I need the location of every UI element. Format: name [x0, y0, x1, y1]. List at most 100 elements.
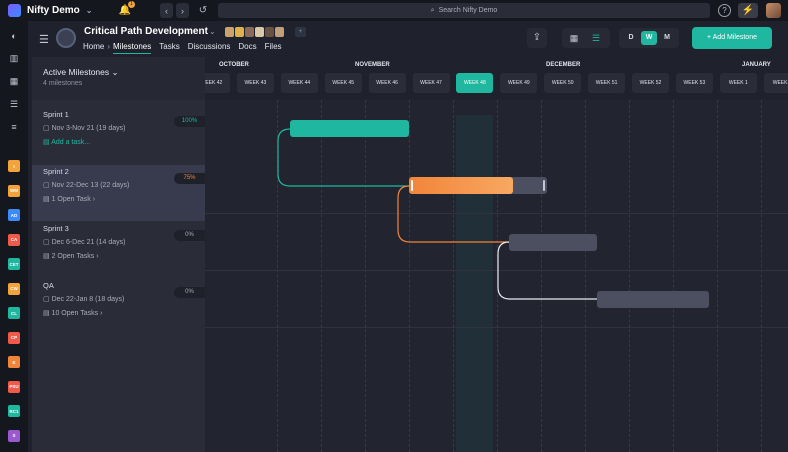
milestone-dates: ▢ Nov 3-Nov 21 (19 days): [43, 124, 125, 132]
chevron-down-icon: ⌄: [85, 6, 93, 15]
workspace-name: Nifty Demo: [27, 5, 80, 16]
milestone-row[interactable]: QA ▢ Dec 22-Jan 8 (18 days) ▤ 10 Open Task…: [32, 279, 205, 335]
list-icon: ☰: [591, 33, 601, 43]
export-button[interactable]: ⇪: [527, 28, 547, 48]
milestone-tasks-label: 2 Open Tasks: [51, 253, 95, 260]
milestone-tasks[interactable]: ▤ Add a task...: [43, 138, 90, 146]
chevron-right-icon: ›: [96, 253, 99, 260]
milestone-row[interactable]: Sprint 1 ▢ Nov 3-Nov 21 (19 days) ▤ Add a …: [32, 108, 205, 164]
milestone-tasks[interactable]: ▤ 10 Open Tasks ›: [43, 309, 102, 317]
zoom-week-button[interactable]: W: [641, 31, 657, 45]
calendar-icon: ▢: [43, 296, 52, 303]
rail-project-cw[interactable]: CW: [8, 282, 20, 295]
milestone-count: 4 milestones: [43, 80, 83, 87]
chevron-right-icon: ›: [100, 310, 103, 317]
rail-project-cl[interactable]: CL: [8, 307, 20, 319]
milestone-bar-qa[interactable]: [597, 291, 709, 308]
add-member-button[interactable]: +: [295, 27, 306, 37]
milestone-progress-fill: [409, 177, 513, 194]
milestone-dates: ▢ Dec 22-Jan 8 (18 days): [43, 295, 124, 303]
rail-project-i[interactable]: I: [8, 160, 20, 172]
view-toggle: ▦ ☰: [562, 28, 610, 48]
task-icon: ▤: [43, 310, 52, 317]
milestone-percent: 0%: [174, 287, 205, 298]
calendar-icon: ▢: [43, 182, 52, 189]
chart-icon[interactable]: ▥: [8, 52, 20, 64]
milestone-filter[interactable]: Active Milestones ⌄: [43, 67, 119, 78]
task-icon: ▤: [43, 139, 52, 146]
workspace-switcher[interactable]: Nifty Demo ⌄: [0, 4, 110, 17]
chevron-down-icon: ⌄: [111, 67, 119, 77]
forward-button[interactable]: ›: [176, 3, 189, 18]
chevron-right-icon: ›: [181, 5, 184, 16]
add-milestone-button[interactable]: + Add Milestone: [692, 27, 772, 49]
list-icon[interactable]: ☰: [8, 98, 20, 110]
milestone-tasks[interactable]: ▤ 2 Open Tasks ›: [43, 252, 99, 260]
rail-project-ad[interactable]: AD: [8, 209, 20, 221]
milestone-percent: 75%: [174, 173, 205, 184]
zoom-month-button[interactable]: M: [659, 31, 675, 45]
member-avatars[interactable]: [225, 27, 285, 37]
zoom-day-button[interactable]: D: [623, 31, 639, 45]
milestone-tasks[interactable]: ▤ 1 Open Task ›: [43, 195, 95, 203]
breadcrumb-separator-icon: ›: [107, 42, 111, 51]
milestone-name[interactable]: QA: [43, 281, 54, 290]
rail-project-e[interactable]: E: [8, 356, 20, 368]
milestone-percent: 100%: [174, 116, 205, 127]
list-view-button[interactable]: ☰: [589, 32, 603, 44]
resize-handle-right[interactable]: [543, 180, 545, 191]
rail-project-psu[interactable]: PSU: [8, 380, 20, 393]
milestone-name[interactable]: Sprint 3: [43, 224, 69, 233]
milestone-bar-sprint-3[interactable]: [509, 234, 597, 251]
history-button[interactable]: ↺: [196, 3, 210, 18]
milestone-date-range: Dec 6-Dec 21 (14 days): [51, 239, 126, 246]
milestones-panel: Active Milestones ⌄ 4 milestones Sprint …: [32, 57, 205, 452]
tab-milestones[interactable]: Milestones: [113, 42, 152, 54]
grid-view-button[interactable]: ▦: [567, 32, 581, 44]
milestone-bar-sprint-1[interactable]: [290, 120, 409, 137]
tab-docs[interactable]: Docs: [238, 42, 256, 54]
project-tabs: Home › Milestones Tasks Discussions Docs…: [83, 42, 282, 54]
milestone-filter-label: Active Milestones: [43, 67, 110, 77]
project-title[interactable]: Critical Path Development: [84, 26, 208, 37]
milestone-name[interactable]: Sprint 1: [43, 110, 69, 119]
quick-action-button[interactable]: ⚡: [738, 3, 758, 18]
calendar-icon[interactable]: ▦: [8, 75, 20, 87]
search-input[interactable]: ⌕ Search Nifty Demo: [218, 3, 710, 18]
milestone-row[interactable]: Sprint 3 ▢ Dec 6-Dec 21 (14 days) ▤ 2 Open…: [32, 222, 205, 278]
dependency-line: [397, 185, 509, 243]
rail-project-s[interactable]: S: [8, 429, 20, 442]
dependency-line: [277, 128, 409, 187]
rail-project-ca[interactable]: CA: [8, 233, 20, 246]
project-icon: [56, 28, 76, 48]
menu-icon[interactable]: ☰: [39, 33, 49, 46]
rail-project-cet[interactable]: CET: [8, 258, 20, 270]
rail-project-cp[interactable]: CP: [8, 331, 20, 344]
resize-handle-left[interactable]: [411, 180, 413, 191]
checklist-icon[interactable]: ≡: [8, 121, 20, 133]
rail-project-wm[interactable]: WM: [8, 184, 20, 197]
task-icon: ▤: [43, 196, 52, 203]
help-button[interactable]: ?: [718, 4, 731, 17]
grid-icon: ▦: [569, 33, 579, 43]
notifications-button[interactable]: 🔔 1: [118, 1, 135, 18]
tab-tasks[interactable]: Tasks: [159, 42, 179, 54]
tab-home[interactable]: Home: [83, 42, 104, 54]
chevron-down-icon[interactable]: ⌄: [209, 27, 216, 36]
back-button[interactable]: ‹: [160, 3, 173, 18]
compass-icon[interactable]: ◐: [8, 30, 20, 42]
tab-discussions[interactable]: Discussions: [188, 42, 231, 54]
tab-files[interactable]: Files: [265, 42, 282, 54]
milestone-dates: ▢ Dec 6-Dec 21 (14 days): [43, 238, 125, 246]
milestone-date-range: Nov 22-Dec 13 (22 days): [51, 182, 130, 189]
question-icon: ?: [722, 6, 727, 15]
nifty-logo-icon: [8, 4, 21, 17]
milestone-row[interactable]: Sprint 2 ▢ Nov 22-Dec 13 (22 days) ▤ 1 Ope…: [32, 165, 205, 221]
user-avatar[interactable]: [766, 3, 781, 18]
project-header: ☰ Critical Path Development ⌄ + Home › M…: [28, 21, 788, 57]
chevron-left-icon: ‹: [165, 5, 168, 16]
milestone-name[interactable]: Sprint 2: [43, 167, 69, 176]
milestone-bar-sprint-2[interactable]: [409, 177, 547, 194]
chevron-right-icon: ›: [92, 196, 96, 203]
rail-project-rc1[interactable]: RC1: [8, 405, 20, 417]
